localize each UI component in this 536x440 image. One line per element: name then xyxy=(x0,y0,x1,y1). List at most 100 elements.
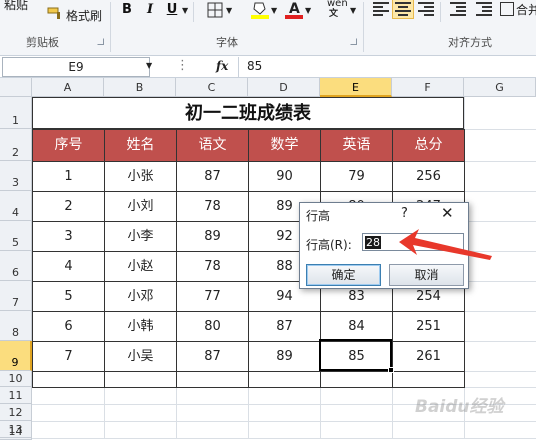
sheet-title[interactable]: 初一二班成绩表 xyxy=(32,97,464,129)
watermark: Baidu经验 xyxy=(415,397,504,417)
table-cell[interactable]: 79 xyxy=(320,161,393,192)
table-cell[interactable]: 78 xyxy=(176,191,249,222)
table-cell[interactable]: 4 xyxy=(32,251,105,282)
column-header-c[interactable]: C xyxy=(176,78,248,97)
table-cell[interactable] xyxy=(392,371,465,388)
table-cell[interactable]: 6 xyxy=(32,311,105,342)
table-cell[interactable]: 2 xyxy=(32,191,105,222)
name-box[interactable]: E9 xyxy=(2,57,150,77)
dialog-help-button[interactable]: ? xyxy=(401,206,408,221)
column-header-e[interactable]: E xyxy=(320,78,392,97)
table-cell[interactable]: 87 xyxy=(176,341,249,372)
table-cell[interactable]: 89 xyxy=(248,341,321,372)
align-right-icon[interactable] xyxy=(418,2,434,16)
phonetic-char-icon[interactable]: 文 xyxy=(329,6,338,19)
row-header-9[interactable]: 9 xyxy=(0,341,32,371)
formula-bar-dots-icon: ⋮ xyxy=(176,58,189,73)
underline-dropdown-icon[interactable]: ▼ xyxy=(182,6,188,15)
table-cell[interactable]: 1 xyxy=(32,161,105,192)
row-header-4[interactable]: 4 xyxy=(0,191,32,221)
cancel-button[interactable]: 取消 xyxy=(389,264,464,286)
row-header-7[interactable]: 7 xyxy=(0,281,32,311)
table-cell[interactable] xyxy=(32,371,105,388)
table-cell[interactable]: 小李 xyxy=(104,221,177,252)
table-cell[interactable]: 77 xyxy=(176,281,249,312)
name-box-dropdown-icon[interactable]: ▼ xyxy=(146,61,152,70)
font-color-dropdown-icon[interactable]: ▼ xyxy=(305,6,311,15)
table-cell[interactable]: 84 xyxy=(320,311,393,342)
table-cell[interactable]: 小韩 xyxy=(104,311,177,342)
insert-function-button[interactable]: fx xyxy=(216,59,228,73)
table-cell[interactable]: 87 xyxy=(248,311,321,342)
header-cell[interactable]: 姓名 xyxy=(104,129,177,162)
row-header-12[interactable]: 12 xyxy=(0,404,32,421)
font-color-icon[interactable]: A xyxy=(285,0,303,20)
italic-button[interactable]: I xyxy=(143,1,157,19)
merge-icon[interactable] xyxy=(500,2,514,16)
borders-icon[interactable] xyxy=(207,2,223,18)
formula-input[interactable]: 85 xyxy=(238,57,536,77)
table-cell[interactable]: 小赵 xyxy=(104,251,177,282)
clipboard-launcher-icon[interactable] xyxy=(97,38,104,45)
table-cell[interactable]: 80 xyxy=(176,311,249,342)
increase-indent-icon[interactable] xyxy=(476,2,492,16)
fill-color-icon[interactable] xyxy=(251,0,269,20)
merge-button[interactable]: 合并 xyxy=(516,1,536,18)
paste-button[interactable]: 粘贴 xyxy=(4,0,28,13)
row-header-3[interactable]: 3 xyxy=(0,161,32,191)
table-cell[interactable]: 78 xyxy=(176,251,249,282)
table-cell[interactable]: 256 xyxy=(392,161,465,192)
row-header-1[interactable]: 1 xyxy=(0,97,32,129)
table-cell[interactable] xyxy=(320,371,393,388)
row-height-label: 行高(R): xyxy=(306,238,352,252)
phonetic-dropdown-icon[interactable]: ▼ xyxy=(350,6,356,15)
table-cell[interactable]: 89 xyxy=(176,221,249,252)
font-launcher-icon[interactable] xyxy=(350,38,357,45)
row-header-5[interactable]: 5 xyxy=(0,221,32,251)
formula-bar: E9 ▼ ⋮ fx 85 xyxy=(0,56,536,78)
fill-color-dropdown-icon[interactable]: ▼ xyxy=(271,6,277,15)
table-cell[interactable]: 7 xyxy=(32,341,105,372)
header-cell[interactable]: 总分 xyxy=(392,129,465,162)
decrease-indent-icon[interactable] xyxy=(450,2,466,16)
table-cell[interactable]: 小吴 xyxy=(104,341,177,372)
table-cell[interactable]: 3 xyxy=(32,221,105,252)
header-cell[interactable]: 数学 xyxy=(248,129,321,162)
row-header-2[interactable]: 2 xyxy=(0,129,32,161)
ok-button[interactable]: 确定 xyxy=(306,264,381,286)
ribbon: 粘贴 格式刷 剪贴板 B I U ▼ ▼ ▼ A ▼ wén 文 ▼ 字体 合并… xyxy=(0,0,536,56)
row-header-11[interactable]: 11 xyxy=(0,387,32,404)
column-header-a[interactable]: A xyxy=(32,78,104,97)
borders-dropdown-icon[interactable]: ▼ xyxy=(226,6,232,15)
table-cell[interactable]: 小张 xyxy=(104,161,177,192)
table-cell[interactable]: 90 xyxy=(248,161,321,192)
table-cell[interactable] xyxy=(248,371,321,388)
select-all-corner[interactable] xyxy=(0,78,32,97)
table-cell[interactable]: 87 xyxy=(176,161,249,192)
column-header-g[interactable]: G xyxy=(464,78,536,97)
table-cell[interactable] xyxy=(176,371,249,388)
row-header-8[interactable]: 8 xyxy=(0,311,32,341)
underline-button[interactable]: U xyxy=(165,1,179,19)
table-cell[interactable]: 251 xyxy=(392,311,465,342)
column-header-f[interactable]: F xyxy=(392,78,464,97)
row-header-6[interactable]: 6 xyxy=(0,251,32,281)
column-header-d[interactable]: D xyxy=(248,78,320,97)
active-cell-e9[interactable] xyxy=(319,339,392,371)
row-header-10[interactable]: 10 xyxy=(0,371,32,387)
format-painter-icon xyxy=(47,6,63,19)
table-cell[interactable]: 小邓 xyxy=(104,281,177,312)
header-cell[interactable]: 语文 xyxy=(176,129,249,162)
bold-button[interactable]: B xyxy=(120,1,134,19)
header-cell[interactable]: 序号 xyxy=(32,129,105,162)
table-cell[interactable]: 小刘 xyxy=(104,191,177,222)
dialog-close-button[interactable]: ✕ xyxy=(441,204,454,222)
format-painter-button[interactable]: 格式刷 xyxy=(66,7,102,24)
table-cell[interactable]: 261 xyxy=(392,341,465,372)
fill-handle[interactable] xyxy=(388,367,394,373)
column-header-b[interactable]: B xyxy=(104,78,176,97)
header-cell[interactable]: 英语 xyxy=(320,129,393,162)
align-left-icon[interactable] xyxy=(373,2,389,16)
table-cell[interactable]: 5 xyxy=(32,281,105,312)
table-cell[interactable] xyxy=(104,371,177,388)
